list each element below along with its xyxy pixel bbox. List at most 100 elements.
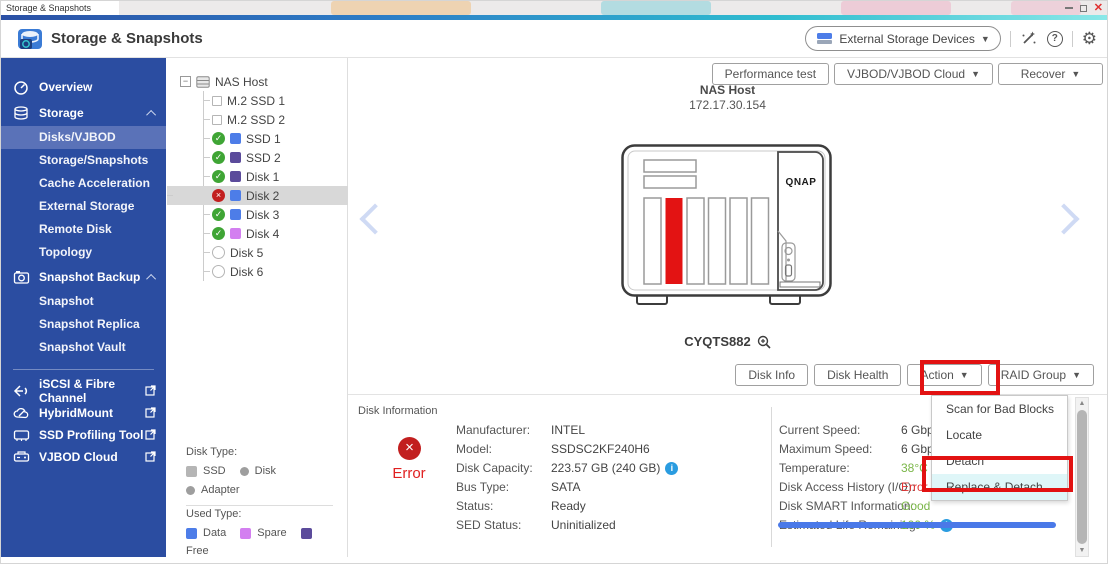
disk-health-button[interactable]: Disk Health (814, 364, 901, 386)
device-model-label: CYQTS882 (684, 334, 750, 349)
nas-device-illustration: QNAP (620, 143, 834, 311)
disk-info-button[interactable]: Disk Info (735, 364, 808, 386)
scrollbar-thumb[interactable] (1077, 410, 1087, 544)
ssd-swatch (186, 466, 197, 477)
sidebar-item-storage-snapshots[interactable]: Storage/Snapshots (1, 149, 166, 172)
menu-item-replace-detach[interactable]: Replace & Detach (932, 474, 1067, 500)
info-icon[interactable]: i (665, 462, 678, 475)
tree-item-m2ssd2[interactable]: M.2 SSD 2 (204, 110, 347, 129)
sidebar-item-snapshot[interactable]: Snapshot (1, 290, 166, 313)
sidebar-item-snapshot-replica[interactable]: Snapshot Replica (1, 313, 166, 336)
tree-item-m2ssd1[interactable]: M.2 SSD 1 (204, 91, 347, 110)
chevron-down-icon: ▼ (971, 69, 980, 79)
life-remaining-progress-bar (778, 522, 1056, 528)
tree-item-disk6[interactable]: Disk 6 (204, 262, 347, 281)
zoom-icon[interactable] (757, 335, 771, 349)
disk-information-title: Disk Information (358, 405, 437, 417)
raid-group-button[interactable]: RAID Group▼ (988, 364, 1094, 386)
menu-item-locate[interactable]: Locate (932, 422, 1067, 448)
menu-item-detach[interactable]: Detach (932, 448, 1067, 474)
sidebar-item-snapshot-vault[interactable]: Snapshot Vault (1, 336, 166, 359)
device-door (778, 152, 823, 290)
sidebar-item-ssd-profiling-tool[interactable]: SSD Profiling Tool (1, 424, 166, 446)
tree-item-disk2-selected[interactable]: ×Disk 2 (167, 186, 349, 205)
ssd-icon (13, 428, 30, 442)
data-swatch (186, 528, 197, 539)
sidebar-item-remote-disk[interactable]: Remote Disk (1, 218, 166, 241)
sidebar-item-hybridmount[interactable]: HybridMount (1, 402, 166, 424)
tree-item-disk3[interactable]: ✓Disk 3 (204, 205, 347, 224)
legend: Disk Type: SSD Disk Adapter Used Type: D… (186, 446, 333, 564)
sidebar-item-vjbod-cloud[interactable]: VJBOD Cloud (1, 446, 166, 468)
sidebar: Overview Storage Disks/VJBOD Storage/Sna… (1, 58, 166, 557)
recover-button[interactable]: Recover▼ (998, 63, 1103, 85)
checkbox-icon[interactable] (212, 96, 222, 106)
tree-root-nas-host[interactable]: − NAS Host (180, 72, 347, 91)
vjbod-cloud-button[interactable]: VJBOD/VJBOD Cloud▼ (834, 63, 993, 85)
tree-item-disk1[interactable]: ✓Disk 1 (204, 167, 347, 186)
external-link-icon (145, 385, 156, 396)
scroll-up-icon[interactable]: ▲ (1079, 398, 1086, 409)
collapse-minus-icon[interactable]: − (180, 76, 191, 87)
sidebar-item-snapshot-backup[interactable]: Snapshot Backup (1, 264, 166, 290)
host-block: NAS Host 172.17.30.154 (348, 83, 1107, 113)
disk-bay-1 (644, 198, 661, 284)
sidebar-item-iscsi-fibre-channel[interactable]: iSCSI & Fibre Channel (1, 380, 166, 402)
window-tab-title: Storage & Snapshots (6, 3, 91, 13)
sidebar-item-storage[interactable]: Storage (1, 100, 166, 126)
used-type-swatch (230, 171, 241, 182)
carousel-left-arrow[interactable] (360, 200, 390, 244)
checkbox-icon[interactable] (212, 115, 222, 125)
used-type-swatch (230, 133, 241, 144)
tree-item-ssd1[interactable]: ✓SSD 1 (204, 129, 347, 148)
window-tab[interactable]: Storage & Snapshots (1, 1, 119, 15)
database-icon (13, 106, 30, 121)
scroll-down-icon[interactable]: ▼ (1079, 545, 1086, 556)
host-name: NAS Host (348, 83, 1107, 98)
chevron-down-icon: ▼ (981, 34, 990, 44)
column-divider (771, 407, 772, 547)
disk-error-icon: × (398, 437, 421, 460)
close-icon[interactable]: ✕ (1094, 2, 1103, 14)
tree-item-disk5[interactable]: Disk 5 (204, 243, 347, 262)
performance-test-button[interactable]: Performance test (712, 63, 829, 85)
model-value: SSDSC2KF240H6 (551, 440, 678, 459)
menu-item-scan-bad-blocks[interactable]: Scan for Bad Blocks (932, 396, 1067, 422)
qnap-logo: QNAP (786, 177, 817, 188)
disk-bay-6 (752, 198, 769, 284)
used-type-swatch (230, 190, 241, 201)
sidebar-item-overview[interactable]: Overview (1, 74, 166, 100)
external-drive-icon (816, 32, 833, 45)
scrollbar[interactable]: ▲ ▼ (1075, 397, 1089, 557)
m2-slot (644, 176, 696, 188)
status-empty-icon (212, 265, 225, 278)
disk-type-title: Disk Type: (186, 446, 333, 458)
wizard-wand-icon[interactable] (1020, 30, 1038, 48)
sidebar-divider (13, 369, 154, 370)
carousel-right-arrow[interactable] (1049, 200, 1079, 244)
external-storage-devices-button[interactable]: External Storage Devices ▼ (805, 26, 1000, 51)
vjbod-cloud-icon (13, 450, 30, 464)
action-button[interactable]: Action▼ (907, 364, 981, 386)
bus-type-value: SATA (551, 478, 678, 497)
tree-item-disk4[interactable]: ✓Disk 4 (204, 224, 347, 243)
disk-tree-panel: − NAS Host M.2 SSD 1 M.2 SSD 2 ✓SSD 1 ✓S… (166, 58, 348, 557)
capacity-value: 223.57 GB (240 GB) (551, 459, 660, 478)
iscsi-icon (13, 384, 30, 398)
gear-icon[interactable]: ⚙ (1082, 30, 1097, 47)
sidebar-item-external-storage[interactable]: External Storage (1, 195, 166, 218)
used-type-title: Used Type: (186, 508, 333, 520)
tree-item-ssd2[interactable]: ✓SSD 2 (204, 148, 347, 167)
sed-status-value: Uninitialized (551, 516, 678, 535)
chevron-up-icon (146, 273, 156, 283)
status-good-icon: ✓ (212, 170, 225, 183)
help-icon[interactable]: ? (1047, 31, 1063, 47)
sidebar-item-cache-acceleration[interactable]: Cache Acceleration (1, 172, 166, 195)
external-link-icon (145, 451, 156, 462)
gauge-icon (13, 80, 30, 95)
sidebar-item-disks-vjbod[interactable]: Disks/VJBOD (1, 126, 166, 149)
maximize-icon[interactable] (1080, 5, 1087, 12)
minimize-icon[interactable] (1065, 7, 1073, 9)
sidebar-item-topology[interactable]: Topology (1, 241, 166, 264)
divider (1010, 31, 1011, 47)
